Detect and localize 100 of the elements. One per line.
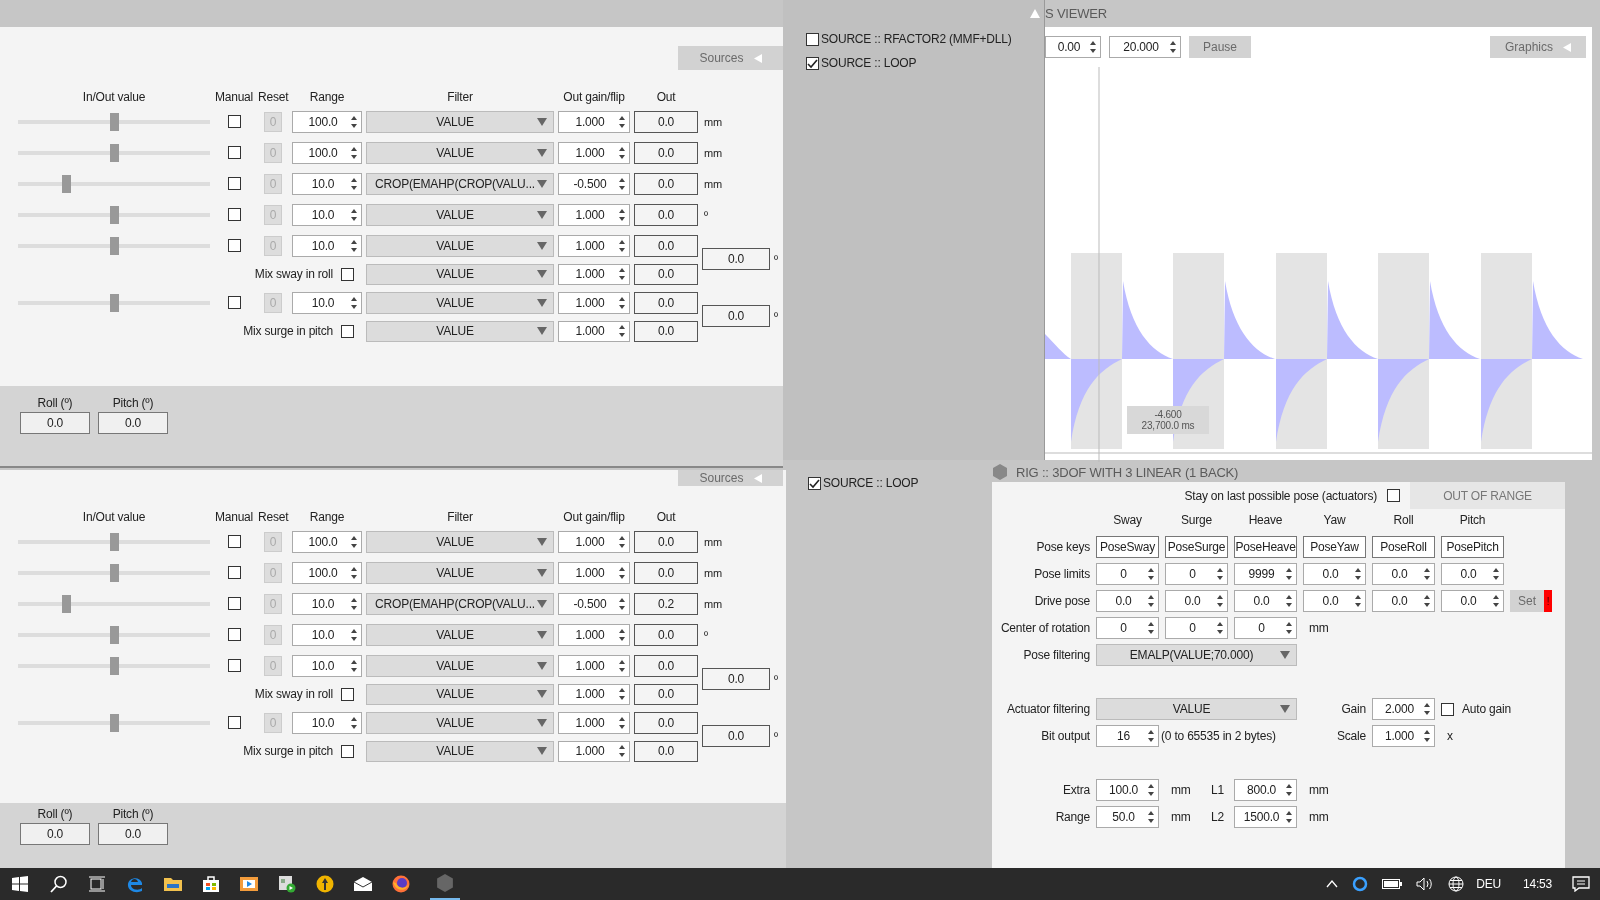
filter-dropdown[interactable]: VALUE — [366, 654, 554, 677]
filter-dropdown[interactable]: VALUE — [366, 623, 554, 646]
checkbox[interactable] — [227, 146, 241, 159]
checkbox[interactable] — [227, 115, 241, 128]
number-field[interactable]: 100.0 — [292, 141, 362, 164]
checkbox[interactable] — [341, 324, 354, 338]
filter-dropdown[interactable]: VALUE — [366, 530, 554, 553]
slider-thumb[interactable] — [110, 563, 119, 582]
windows-logo-icon[interactable] — [12, 876, 28, 892]
pause-button[interactable]: Pause — [1189, 36, 1252, 58]
slider-thumb[interactable] — [110, 236, 119, 255]
number-field[interactable]: 0.0 — [1234, 590, 1297, 612]
folder-icon[interactable] — [164, 876, 182, 892]
number-field[interactable]: 1.000 — [558, 740, 630, 762]
number-field[interactable]: 10.0 — [292, 172, 362, 195]
text-field[interactable]: PoseSway — [1096, 536, 1159, 558]
number-field[interactable]: 1.000 — [558, 141, 630, 164]
slider-thumb[interactable] — [62, 174, 71, 193]
clock[interactable]: 14:53 — [1522, 877, 1552, 891]
number-field[interactable]: -0.500 — [558, 172, 630, 195]
filter-dropdown[interactable]: CROP(EMAHP(CROP(VALU... — [366, 592, 554, 615]
number-field[interactable]: 100.0 — [1096, 779, 1159, 801]
number-field[interactable]: 100.0 — [292, 561, 362, 584]
checkbox[interactable] — [227, 566, 241, 579]
number-field[interactable]: 100.0 — [292, 110, 362, 133]
number-field[interactable]: 0 — [1165, 617, 1228, 639]
shopping-bag-icon[interactable] — [202, 875, 220, 893]
slider-thumb[interactable] — [110, 293, 119, 312]
media-player-icon[interactable] — [240, 876, 258, 892]
text-field[interactable]: PosePitch — [1441, 536, 1504, 558]
filter-dropdown[interactable]: VALUE — [366, 683, 554, 705]
slider-thumb[interactable] — [110, 625, 119, 644]
filter-dropdown[interactable]: VALUE — [366, 263, 554, 285]
number-field[interactable]: 1.000 — [558, 291, 630, 314]
mail-icon[interactable] — [354, 877, 372, 891]
filter-dropdown[interactable]: VALUE — [366, 561, 554, 584]
filter-dropdown[interactable]: VALUE — [366, 141, 554, 164]
text-field[interactable]: PoseHeave — [1234, 536, 1297, 558]
number-field[interactable]: 1.000 — [558, 203, 630, 226]
filter-dropdown[interactable]: CROP(EMAHP(CROP(VALU... — [366, 172, 554, 195]
checkbox[interactable] — [806, 56, 819, 70]
firefox-style-icon[interactable] — [392, 875, 410, 893]
number-field[interactable]: 0 — [1234, 617, 1297, 639]
checkbox[interactable] — [808, 476, 821, 490]
text-field[interactable]: PoseSurge — [1165, 536, 1228, 558]
number-field[interactable]: 50.0 — [1096, 806, 1159, 828]
language-indicator[interactable]: DEU — [1476, 877, 1501, 891]
number-field[interactable]: 0.0 — [1441, 563, 1504, 585]
set-button[interactable]: Set — [1510, 590, 1544, 612]
number-field[interactable]: 10.0 — [292, 234, 362, 257]
number-field[interactable]: 1.000 — [558, 320, 630, 342]
filter-dropdown[interactable]: VALUE — [366, 110, 554, 133]
number-field[interactable]: 1.000 — [558, 234, 630, 257]
volume-icon[interactable] — [1416, 877, 1435, 891]
app-window-icon[interactable] — [278, 875, 296, 893]
text-field[interactable]: PoseRoll — [1372, 536, 1435, 558]
slider-thumb[interactable] — [110, 656, 119, 675]
number-field[interactable]: 0.0 — [1303, 590, 1366, 612]
checkbox[interactable] — [227, 296, 241, 309]
number-field[interactable]: 1.000 — [558, 711, 630, 734]
chevron-up-icon[interactable] — [1326, 880, 1339, 888]
number-field[interactable]: 16 — [1096, 725, 1159, 747]
checkbox[interactable] — [227, 659, 241, 672]
search-icon[interactable] — [50, 875, 68, 893]
checkbox[interactable] — [227, 177, 241, 190]
slider-thumb[interactable] — [110, 112, 119, 131]
checkbox[interactable] — [1387, 489, 1400, 502]
number-field[interactable]: 0.00 — [1045, 36, 1101, 58]
number-field[interactable]: -0.500 — [558, 592, 630, 615]
sources-button[interactable]: Sources — [678, 46, 783, 70]
slider-thumb[interactable] — [62, 594, 71, 613]
number-field[interactable]: 1.000 — [1372, 725, 1435, 747]
checkbox[interactable] — [341, 687, 354, 701]
number-field[interactable]: 10.0 — [292, 711, 362, 734]
slider-thumb[interactable] — [110, 532, 119, 551]
checkbox[interactable] — [227, 597, 241, 610]
filter-dropdown[interactable]: EMALP(VALUE;70.000) — [1096, 644, 1297, 666]
number-field[interactable]: 1.000 — [558, 530, 630, 553]
arrow-circle-icon[interactable] — [316, 875, 334, 893]
graphics-button[interactable]: Graphics — [1490, 36, 1586, 58]
number-field[interactable]: 1.000 — [558, 263, 630, 285]
slider-thumb[interactable] — [110, 143, 119, 162]
checkbox[interactable] — [341, 744, 354, 758]
filter-dropdown[interactable]: VALUE — [366, 740, 554, 762]
number-field[interactable]: 0.0 — [1096, 590, 1159, 612]
ring-icon[interactable] — [1352, 876, 1369, 892]
browser-e-icon[interactable] — [126, 875, 144, 893]
slider-thumb[interactable] — [110, 205, 119, 224]
number-field[interactable]: 1.000 — [558, 683, 630, 705]
checkbox[interactable] — [227, 239, 241, 252]
number-field[interactable]: 1.000 — [558, 623, 630, 646]
number-field[interactable]: 1.000 — [558, 561, 630, 584]
number-field[interactable]: 800.0 — [1234, 779, 1297, 801]
number-field[interactable]: 10.0 — [292, 291, 362, 314]
number-field[interactable]: 1.000 — [558, 654, 630, 677]
number-field[interactable]: 0 — [1165, 563, 1228, 585]
text-field[interactable]: PoseYaw — [1303, 536, 1366, 558]
number-field[interactable]: 100.0 — [292, 530, 362, 553]
checkbox[interactable] — [227, 716, 241, 729]
slider-thumb[interactable] — [110, 713, 119, 732]
